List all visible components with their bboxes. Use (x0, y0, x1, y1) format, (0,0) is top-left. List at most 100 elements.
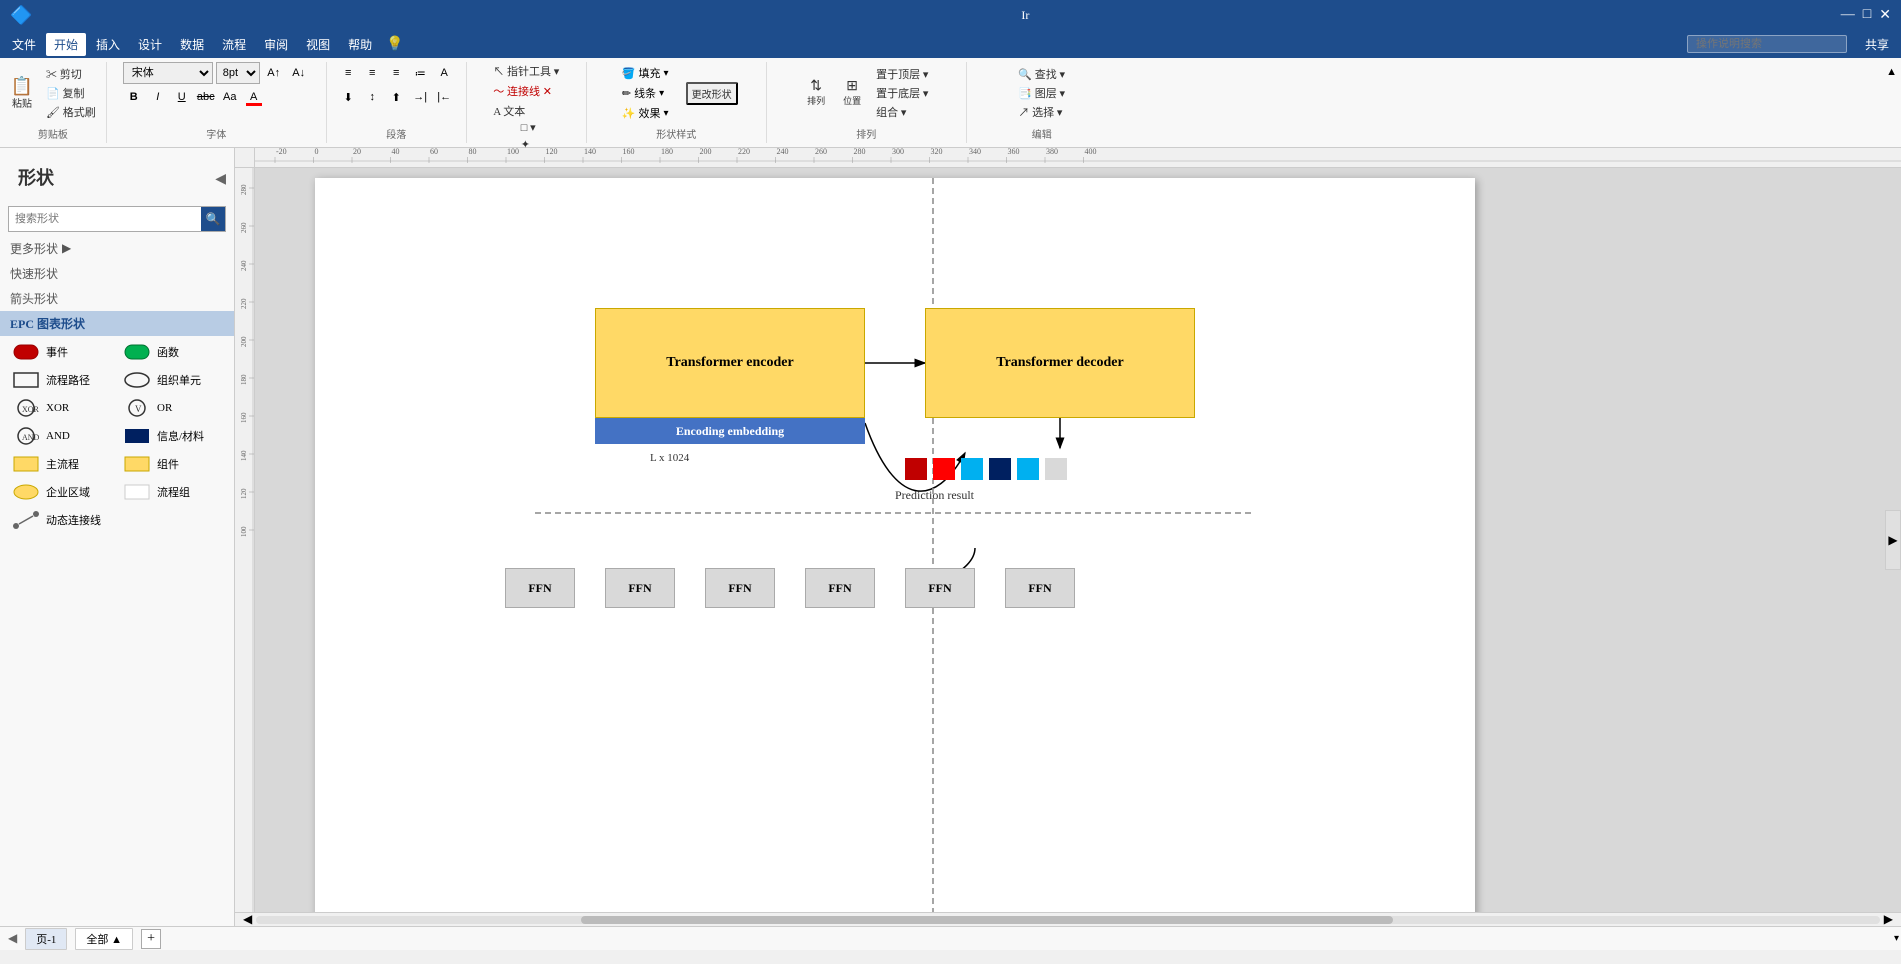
ffn-4[interactable]: FFN (805, 568, 875, 608)
connector-tool-btn[interactable]: 〜 连接线 ✕ (489, 82, 556, 100)
line-color-btn[interactable]: ✏ 线条 ▾ (619, 84, 672, 102)
shape-org-unit[interactable]: 组织单元 (119, 368, 226, 392)
menu-help[interactable]: 帮助 (340, 33, 380, 56)
font-increase-btn[interactable]: A↑ (263, 62, 285, 84)
sidebar-more-shapes[interactable]: 更多形状 ▶ (0, 236, 234, 261)
italic-btn[interactable]: I (147, 86, 169, 108)
menu-data[interactable]: 数据 (172, 33, 212, 56)
pointer-tool-btn[interactable]: ↖ 指针工具 ▾ (489, 62, 563, 80)
csq-6[interactable] (1045, 458, 1067, 480)
add-page-btn[interactable]: + (141, 929, 161, 949)
shape-component[interactable]: 组件 (119, 452, 226, 476)
fill-color-btn[interactable]: 🪣 填充 ▾ (619, 64, 672, 82)
sidebar-collapse-btn[interactable]: ◀ (215, 171, 226, 188)
align-top-btn[interactable]: ⬆ (385, 86, 407, 108)
format-painter-btn[interactable]: 🖌 格式刷 (42, 103, 100, 121)
window-controls[interactable]: — □ ✕ (1841, 7, 1891, 24)
cut-btn[interactable]: ✂ 剪切 (42, 65, 100, 83)
indent-in-btn[interactable]: →| (409, 86, 431, 108)
sidebar-quick-shapes[interactable]: 快速形状 (0, 261, 234, 286)
sidebar-epc-shapes[interactable]: EPC 图表形状 (0, 311, 234, 336)
shape-main-process[interactable]: 主流程 (8, 452, 115, 476)
csq-3[interactable] (961, 458, 983, 480)
shape-style-expand[interactable]: ▾ (1894, 933, 1899, 944)
align-center-btn[interactable]: ≡ (361, 62, 383, 84)
bullet-btn[interactable]: ≔ (409, 62, 431, 84)
font-size-select[interactable]: 8pt (216, 62, 260, 84)
ffn-2[interactable]: FFN (605, 568, 675, 608)
page-tab-all[interactable]: 全部 ▲ (75, 928, 133, 950)
ffn-1[interactable]: FFN (505, 568, 575, 608)
shape-function[interactable]: 函数 (119, 340, 226, 364)
csq-5[interactable] (1017, 458, 1039, 480)
diagram-page[interactable]: Transformer encoder Encoding embedding L… (315, 178, 1475, 912)
scroll-left-btn[interactable]: ◀ (239, 912, 256, 926)
layers-btn[interactable]: 📑 图层 ▾ (1014, 84, 1069, 102)
ribbon-collapse-btn[interactable]: ▲ (1882, 62, 1901, 143)
scroll-right-end-btn[interactable]: ▶ (1880, 912, 1897, 926)
transformer-decoder-box[interactable]: Transformer decoder (925, 308, 1195, 418)
close-btn[interactable]: ✕ (1879, 7, 1891, 24)
ffn-6[interactable]: FFN (1005, 568, 1075, 608)
menu-start[interactable]: 开始 (46, 33, 86, 56)
fontcase-btn[interactable]: Aa (219, 86, 241, 108)
menu-insert[interactable]: 插入 (88, 33, 128, 56)
shape-process-group[interactable]: 流程组 (119, 480, 226, 504)
strikethrough-btn[interactable]: abc (195, 86, 217, 108)
menu-file[interactable]: 文件 (4, 33, 44, 56)
shape-enterprise-area[interactable]: 企业区域 (8, 480, 115, 504)
find-btn[interactable]: 🔍 查找 ▾ (1014, 65, 1069, 83)
shape-info-material[interactable]: 信息/材料 (119, 424, 226, 448)
menu-flow[interactable]: 流程 (214, 33, 254, 56)
sidebar-arrow-shapes[interactable]: 箭头形状 (0, 286, 234, 311)
text-tool-btn[interactable]: A 文本 (489, 102, 529, 120)
align-bottom-btn[interactable]: ⬇ (337, 86, 359, 108)
font-decrease-btn[interactable]: A↓ (288, 62, 310, 84)
shape-and[interactable]: AND AND (8, 424, 115, 448)
scroll-left-tab[interactable]: ◀ (8, 931, 17, 946)
menu-design[interactable]: 设计 (130, 33, 170, 56)
align-right-btn[interactable]: ≡ (385, 62, 407, 84)
csq-2[interactable] (933, 458, 955, 480)
ffn-3[interactable]: FFN (705, 568, 775, 608)
minimize-btn[interactable]: — (1841, 7, 1855, 24)
shape-dynamic-connector[interactable]: 动态连接线 (8, 508, 226, 532)
maximize-btn[interactable]: □ (1863, 7, 1871, 24)
page-tab-1[interactable]: 页-1 (25, 928, 67, 950)
font-name-select[interactable]: 宋体 (123, 62, 213, 84)
menu-review[interactable]: 审阅 (256, 33, 296, 56)
share-btn[interactable]: 共享 (1857, 34, 1897, 55)
canvas[interactable]: Transformer encoder Encoding embedding L… (255, 168, 1901, 912)
shape-search-input[interactable] (9, 210, 201, 228)
shape-process-path[interactable]: 流程路径 (8, 368, 115, 392)
transformer-encoder-box[interactable]: Transformer encoder (595, 308, 865, 418)
bring-front-btn[interactable]: 置于顶层 ▾ (872, 65, 932, 83)
csq-4[interactable] (989, 458, 1011, 480)
menu-search[interactable] (1687, 35, 1847, 53)
align-left-btn[interactable]: ≡ (337, 62, 359, 84)
scroll-right-btn[interactable]: ▶ (1885, 510, 1901, 570)
font-size-para-btn[interactable]: A (433, 62, 455, 84)
shape-xor[interactable]: XOR XOR (8, 396, 115, 420)
effect-btn[interactable]: ✨ 效果 ▾ (619, 104, 672, 122)
group-btn[interactable]: 组合 ▾ (872, 103, 932, 121)
change-shape-btn[interactable]: 更改形状 (686, 82, 738, 105)
send-back-btn[interactable]: 置于底层 ▾ (872, 84, 932, 102)
paste-btn[interactable]: 📋 粘贴 (6, 75, 38, 112)
fontcolor-btn[interactable]: A (243, 86, 265, 108)
copy-btn[interactable]: 📄 复制 (42, 84, 100, 102)
shape-or[interactable]: V OR (119, 396, 226, 420)
ffn-5[interactable]: FFN (905, 568, 975, 608)
select-btn[interactable]: ↗ 选择 ▾ (1014, 103, 1069, 121)
encoding-embedding-box[interactable]: Encoding embedding (595, 418, 865, 444)
bold-btn[interactable]: B (123, 86, 145, 108)
position-btn[interactable]: ⊞ 位置 (836, 78, 868, 109)
shape-tool-btn[interactable]: □ ▾ (517, 120, 540, 135)
align-mid-btn[interactable]: ↕ (361, 86, 383, 108)
menu-view[interactable]: 视图 (298, 33, 338, 56)
csq-1[interactable] (905, 458, 927, 480)
arrange-btn[interactable]: ⇅ 排列 (800, 78, 832, 109)
scroll-thumb[interactable] (581, 916, 1393, 924)
search-btn[interactable]: 🔍 (201, 207, 225, 231)
indent-out-btn[interactable]: |← (433, 86, 455, 108)
